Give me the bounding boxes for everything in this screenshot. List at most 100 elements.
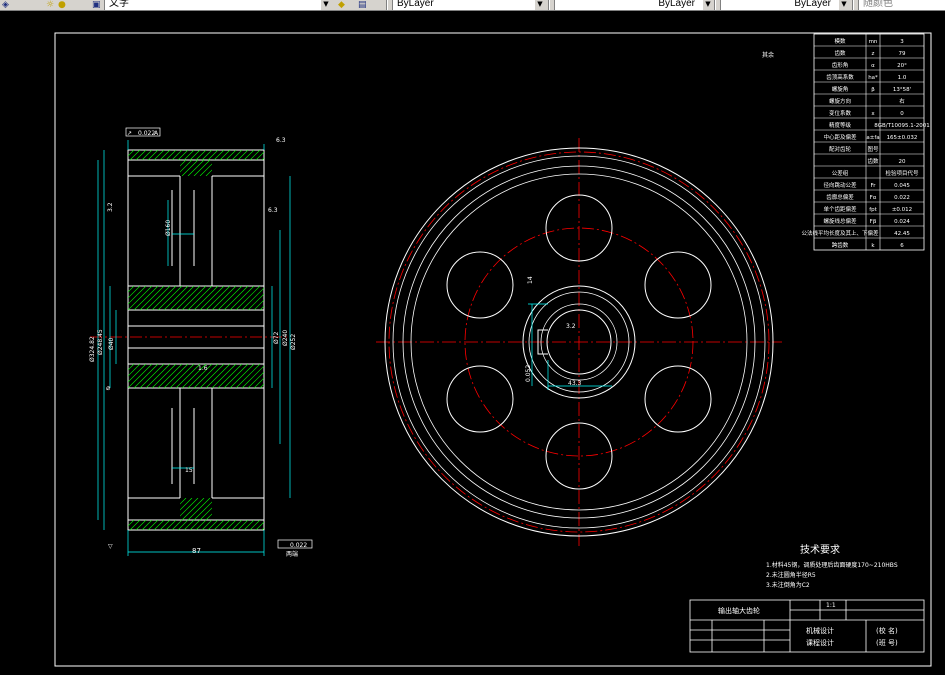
course-2: 课程设计 xyxy=(806,638,834,647)
roughness-top: 6.3 xyxy=(276,137,286,144)
hatch-region xyxy=(128,150,264,160)
table-cell-label: 齿形角 xyxy=(832,61,849,69)
table-cell-value: 3 xyxy=(900,39,904,45)
table-cell-symbol: k xyxy=(871,243,875,249)
keyway-symbol: ⌀ xyxy=(106,384,110,392)
width-dimension: 87 xyxy=(192,547,201,555)
tech-req-title: 技术要求 xyxy=(800,543,840,556)
tech-req-line-2: 2.未注圆角半径R5 xyxy=(766,571,816,579)
table-cell-symbol: ha* xyxy=(868,75,878,81)
table-cell-value: 13°58' xyxy=(893,87,911,93)
drawing-canvas[interactable]: 0.022 A ↗ 0.022 两端 87 15 Ø72 Ø240 Ø252 Ø… xyxy=(0,11,945,675)
chevron-down-icon[interactable]: ▼ xyxy=(702,0,713,10)
scale: 1:1 xyxy=(826,602,836,609)
bottom-note: 两端 xyxy=(286,550,298,558)
keyway-roughness: 3.2 xyxy=(566,323,576,330)
table-cell-symbol: 图号 xyxy=(867,145,879,153)
table-cell-label: 齿廓总偏差 xyxy=(826,193,854,201)
layer-state-icon[interactable]: ▣ xyxy=(92,0,101,10)
layer-prev-icon[interactable]: ◆ xyxy=(338,0,345,10)
table-cell-symbol: α xyxy=(871,63,875,69)
course-1: 机械设计 xyxy=(806,626,834,635)
linetype-dropdown[interactable]: ByLayer xyxy=(554,0,710,10)
runout-symbol: ↗ xyxy=(127,130,132,137)
separator xyxy=(714,0,716,10)
hatch-region xyxy=(180,498,212,520)
bore-label: Ø40 xyxy=(108,337,115,350)
part-name: 输出轴大齿轮 xyxy=(718,606,760,615)
table-cell-label: 公差组 xyxy=(832,169,849,177)
table-cell-value: 8GB/T10095.1-2001 xyxy=(874,123,929,129)
table-cell-label: 单个齿距偏差 xyxy=(823,205,857,213)
class: (班 号) xyxy=(876,638,898,647)
table-cell-value: 42.45 xyxy=(894,231,910,237)
table-cell-symbol: Fr xyxy=(870,183,876,189)
tech-requirements: 技术要求 1.材料45钢，调质处理后齿面硬度170~210HBS 2.未注圆角半… xyxy=(766,543,898,589)
table-cell-symbol: β xyxy=(871,87,875,93)
text-style-field[interactable]: 文字 xyxy=(104,0,326,10)
layer-icon[interactable]: ◈ xyxy=(2,0,9,10)
chevron-down-icon[interactable]: ▼ xyxy=(534,0,545,10)
table-cell-label: 螺旋方向 xyxy=(829,97,851,105)
table-cell-value: ±0.012 xyxy=(892,207,912,213)
table-cell-symbol: a±fa xyxy=(866,135,879,141)
tech-req-line-1: 1.材料45钢，调质处理后齿面硬度170~210HBS xyxy=(766,561,898,569)
sun-icon[interactable]: ☼ xyxy=(46,0,54,10)
other-roughness-label: 其余 xyxy=(762,51,774,59)
tolerance-top: 0.022 xyxy=(138,130,155,137)
table-cell-label: 螺旋线总偏差 xyxy=(823,217,857,225)
hatch-region xyxy=(128,286,264,310)
table-cell-symbol: 齿数 xyxy=(867,157,879,165)
table-cell-value: 检验项目代号 xyxy=(885,169,919,177)
hole-bottom-left xyxy=(446,365,514,433)
table-cell-value: 20° xyxy=(897,63,907,69)
table-cell-symbol: mn xyxy=(869,39,878,45)
roughness-side: 6.3 xyxy=(268,207,278,214)
chevron-down-icon[interactable]: ▼ xyxy=(838,0,849,10)
cad-drawing[interactable]: 0.022 A ↗ 0.022 两端 87 15 Ø72 Ø240 Ø252 Ø… xyxy=(0,11,945,675)
hub-dimension: Ø72 xyxy=(273,331,280,344)
hole-top-left xyxy=(446,251,514,319)
table-cell-value: 右 xyxy=(899,97,905,105)
table-cell-label: 齿数 xyxy=(834,49,846,57)
table-cell-value: 0.024 xyxy=(894,219,910,225)
table-cell-symbol: z xyxy=(872,51,875,57)
table-cell-value: 79 xyxy=(899,51,906,57)
layer-stack-icon[interactable]: ▤ xyxy=(358,0,367,10)
table-cell-label: 径向跳动公差 xyxy=(823,181,857,189)
hatch-region xyxy=(180,160,212,176)
table-cell-value: 20 xyxy=(899,159,906,165)
table-cell-label: 螺旋角 xyxy=(832,85,849,93)
keyway-tol-label: 0.052 xyxy=(525,365,532,382)
tech-req-line-3: 3.未注倒角为C2 xyxy=(766,581,810,589)
side-label-b: Ø324.82 xyxy=(89,336,96,362)
lightbulb-icon[interactable]: ● xyxy=(58,0,66,10)
table-cell-label: 变位系数 xyxy=(829,109,852,117)
tolerance-bottom: 0.022 xyxy=(290,542,307,549)
keyway-width-label: 14 xyxy=(527,276,534,284)
table-cell-value: 0 xyxy=(900,111,904,117)
school: (校 名) xyxy=(876,626,898,635)
side-label-a: Ø248.45 xyxy=(97,329,104,355)
separator xyxy=(386,0,388,10)
color-dropdown[interactable]: 随颜色 xyxy=(858,0,945,10)
table-cell-symbol: x xyxy=(871,111,875,117)
table-cell-label: 跨齿数 xyxy=(832,241,849,249)
table-cell-value: 6 xyxy=(900,243,904,249)
front-view: 14 0.052 43.3 3.2 xyxy=(376,138,782,546)
chevron-down-icon[interactable]: ▼ xyxy=(320,0,331,10)
table-cell-label: 模数 xyxy=(834,37,846,45)
table-cell-symbol: fpt xyxy=(869,207,877,213)
table-cell-value: 1.0 xyxy=(898,75,907,81)
layer-dropdown[interactable]: ByLayer xyxy=(392,0,540,10)
table-cell-symbol: Fβ xyxy=(870,219,877,225)
table-cell-value: 0.045 xyxy=(894,183,910,189)
separator xyxy=(852,0,854,10)
table-cell-label: 配对齿轮 xyxy=(829,145,852,153)
table-cell-label: 公法线平均长度及其上、下偏差 xyxy=(801,229,879,237)
lineweight-dropdown[interactable]: ByLayer xyxy=(720,0,846,10)
od-label-2: Ø252 xyxy=(290,334,297,350)
toolbar: ◈ ☼ ● ▣ 文字 ▼ ◆ ▤ ByLayer ▼ ByLayer ▼ ByL… xyxy=(0,0,945,11)
od-label-1: Ø240 xyxy=(282,330,289,346)
roughness-mid: 1.6 xyxy=(198,365,208,372)
